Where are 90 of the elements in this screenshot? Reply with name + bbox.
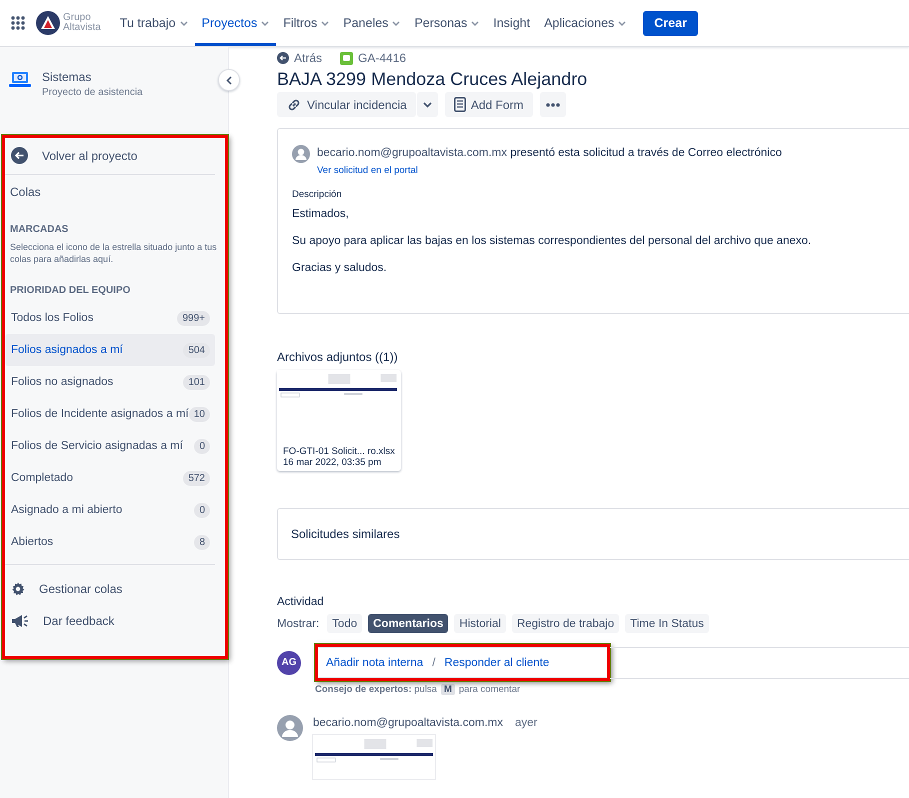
project-type: Proyecto de asistencia: [42, 87, 143, 98]
queue-item[interactable]: Abiertos 8: [5, 526, 215, 558]
user-avatar-icon: [292, 145, 310, 163]
chevron-left-icon: [226, 76, 232, 84]
nav-item[interactable]: Aplicaciones: [537, 0, 634, 46]
count-badge: 8: [194, 534, 210, 550]
nav-item[interactable]: Personas: [407, 0, 486, 46]
section-heading: MARCADAS: [9, 224, 70, 235]
filter-chip[interactable]: Historial: [454, 614, 506, 633]
filter-chip[interactable]: Registro de trabajo: [512, 614, 620, 633]
nav-item[interactable]: Filtros: [276, 0, 336, 46]
filter-chip[interactable]: Todo: [327, 614, 362, 633]
back-arrow-icon: [277, 52, 289, 64]
section-heading: PRIORIDAD DEL EQUIPO: [9, 285, 132, 296]
app-switcher-icon: [11, 16, 25, 30]
queue-item[interactable]: Folios no asignados 101: [5, 366, 215, 398]
count-badge: 101: [183, 374, 210, 390]
chevron-down-icon: [422, 102, 432, 108]
issue-title: BAJA 3299 Mendoza Cruces Alejandro: [277, 69, 588, 89]
filter-chip[interactable]: Comentarios: [368, 614, 448, 633]
filter-label: Mostrar:: [277, 618, 320, 630]
queue-item[interactable]: Folios de Servicio asignadas a mí 0: [5, 430, 215, 462]
queue-item[interactable]: Todos los Folios 999+: [5, 302, 215, 334]
sidebar-link[interactable]: Gestionar colas: [39, 582, 122, 596]
more-button[interactable]: [540, 92, 566, 117]
dropdown-button[interactable]: [416, 92, 438, 117]
settings-icon: [11, 582, 25, 596]
queue-label[interactable]: Abiertos: [11, 536, 54, 548]
queue-label[interactable]: Asignado a mi abierto: [11, 504, 122, 516]
nav-item[interactable]: Insight: [486, 0, 538, 46]
count-badge: 0: [194, 438, 210, 454]
queue-label[interactable]: Folios de Servicio asignadas a mí: [11, 440, 183, 452]
comment-time: ayer: [515, 717, 538, 729]
collapse-button[interactable]: [218, 69, 240, 91]
create-button[interactable]: Crear: [643, 10, 698, 36]
form-icon: [454, 97, 466, 112]
project-name: Sistemas: [42, 70, 92, 84]
panel-title: Solicitudes similares: [291, 527, 400, 541]
comment-author: becario.nom@grupoaltavista.com.mx: [313, 717, 504, 729]
reply-link[interactable]: Responder al cliente: [444, 656, 550, 668]
section-title: Archivos adjuntos ((1)): [277, 350, 399, 364]
sidebar-link[interactable]: Dar feedback: [43, 614, 114, 628]
request-summary: becario.nom@grupoaltavista.com.mx presentó esta solicitud a través de Correo electrónico: [317, 147, 782, 159]
description-text: Gracias y saludos.: [292, 262, 388, 274]
attachment-card[interactable]: FO-GTI-01 Solicit... ro.xlsx 16 mar 2022, 03:35 pm: [277, 370, 401, 471]
user-avatar: AG: [277, 650, 301, 674]
internal-note-link[interactable]: Añadir nota interna: [326, 656, 424, 668]
hint-text: Selecciona el icono de la estrella situado junto a tus colas para añadirlas aquí.: [9, 241, 218, 265]
nav-item[interactable]: Tu trabajo: [112, 0, 195, 46]
megaphone-icon: [11, 614, 29, 628]
link-issue-button[interactable]: Vincular incidencia: [277, 92, 416, 117]
queue-label[interactable]: Folios no asignados: [11, 376, 114, 388]
shortcut-key: M: [440, 684, 455, 695]
queue-item[interactable]: Folios asignados a mí 504: [5, 334, 215, 366]
back-link[interactable]: Atrás: [294, 51, 322, 65]
more-icon: [546, 102, 560, 106]
count-badge: 10: [188, 406, 210, 422]
laptop-icon: [9, 71, 31, 89]
queue-label[interactable]: Folios de Incidente asignados a mí: [11, 408, 189, 420]
count-badge: 0: [194, 502, 210, 518]
section-title: Colas: [9, 184, 42, 201]
file-name: FO-GTI-01 Solicit... ro.xlsx: [282, 446, 396, 457]
link-icon: [286, 96, 302, 112]
chat-bubble-icon: [340, 52, 354, 64]
count-badge: 504: [183, 342, 210, 358]
description-text: Estimados,: [292, 208, 350, 220]
filter-chip[interactable]: Time In Status: [625, 614, 709, 633]
separator: /: [432, 656, 436, 668]
field-label: Descripción: [292, 189, 343, 200]
section-title: Actividad: [277, 596, 325, 608]
queue-label[interactable]: Todos los Folios: [11, 312, 94, 324]
nav-item[interactable]: Paneles: [336, 0, 408, 46]
logo-text: Grupo Altavista: [63, 13, 101, 33]
queue-label[interactable]: Folios asignados a mí: [11, 344, 123, 356]
logo-icon: [35, 10, 61, 36]
tip-text: para comentar: [458, 684, 520, 695]
user-avatar-icon: [277, 715, 303, 741]
issue-key[interactable]: GA-4416: [358, 51, 406, 65]
add-form-button[interactable]: Add Form: [444, 92, 533, 117]
tip-text: Consejo de expertos: pulsa: [315, 684, 437, 695]
portal-link[interactable]: Ver solicitud en el portal: [317, 165, 782, 176]
file-date: 16 mar 2022, 03:35 pm: [282, 457, 382, 468]
queue-item[interactable]: Folios de Incidente asignados a mí 10: [5, 398, 215, 430]
queue-item[interactable]: Asignado a mi abierto 0: [5, 494, 215, 526]
count-badge: 999+: [177, 310, 210, 326]
queue-label[interactable]: Completado: [11, 472, 74, 484]
queue-item[interactable]: Completado 572: [5, 462, 215, 494]
description-text: Su apoyo para aplicar las bajas en los sistemas correspondientes del personal del archivo que anexo.: [292, 235, 812, 247]
count-badge: 572: [183, 470, 210, 486]
back-link[interactable]: Volver al proyecto: [42, 148, 138, 162]
